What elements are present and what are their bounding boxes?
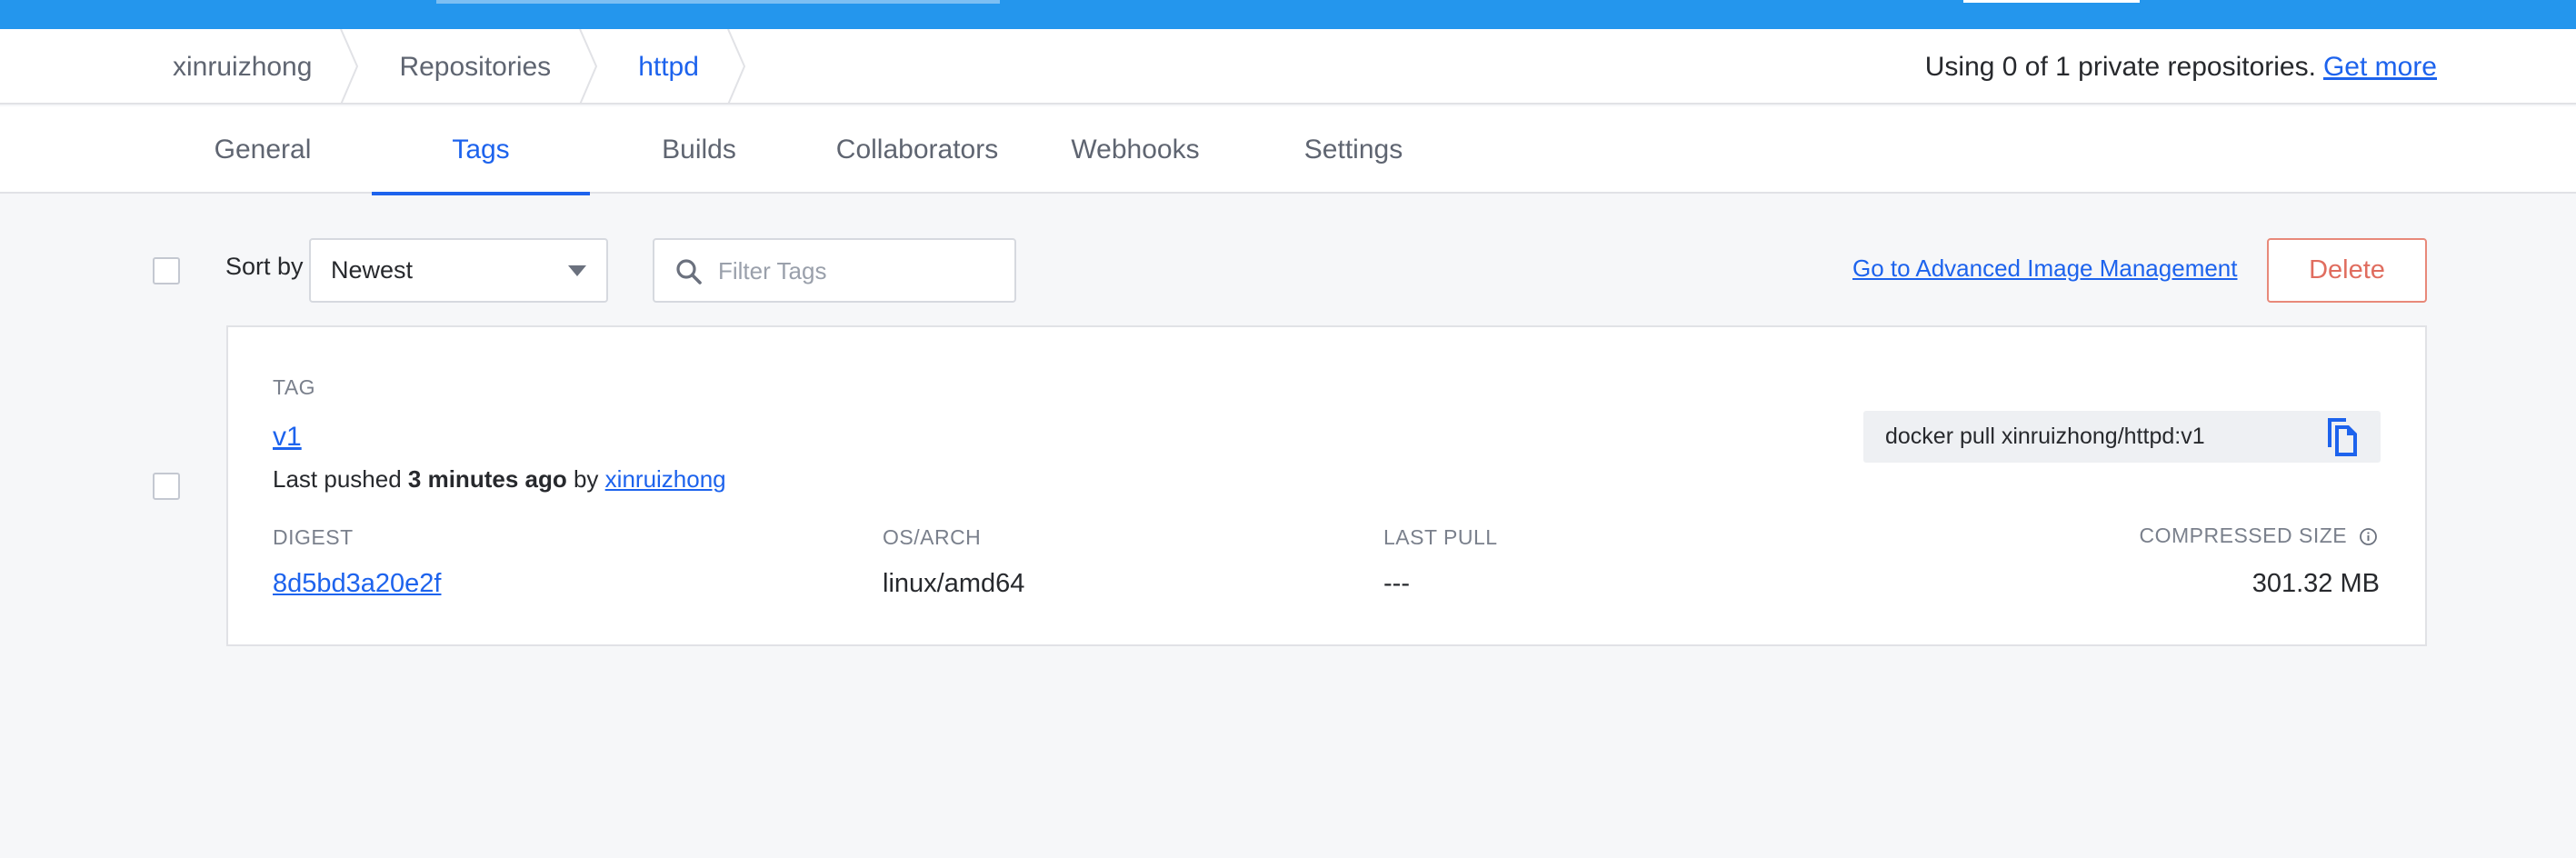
pull-command-text: docker pull xinruizhong/httpd:v1 (1885, 424, 2205, 449)
tab-general[interactable]: General (154, 106, 372, 194)
compressed-size-header: COMPRESSED SIZE (2140, 524, 2379, 548)
sort-value: Newest (331, 256, 414, 284)
pushed-prefix: Last pushed (273, 465, 402, 493)
breadcrumb-label: httpd (638, 51, 699, 82)
digest-header: DIGEST (273, 525, 354, 549)
chevron-down-icon (568, 265, 586, 276)
usage-text: Using 0 of 1 private repositories. (1924, 51, 2316, 82)
tag-row-checkbox[interactable] (153, 473, 180, 500)
pushed-time: 3 minutes ago (407, 465, 567, 493)
tab-builds[interactable]: Builds (590, 106, 808, 194)
compressed-size-label: COMPRESSED SIZE (2139, 524, 2348, 547)
top-nav-button[interactable] (1963, 0, 2140, 3)
breadcrumb-label: Repositories (399, 51, 552, 82)
last-pushed-info: Last pushed 3 minutes ago by xinruizhong (273, 465, 726, 494)
breadcrumb-label: xinruizhong (173, 51, 313, 82)
filter-tags-field[interactable] (653, 238, 1016, 303)
tag-header: TAG (273, 375, 316, 399)
pushed-by-word: by (573, 465, 599, 493)
search-icon (676, 259, 702, 284)
filter-tags-input[interactable] (718, 253, 1000, 289)
breadcrumb-bar: xinruizhong Repositories httpd Using 0 o… (0, 29, 2576, 105)
breadcrumb-separator (340, 29, 359, 105)
breadcrumb-separator (579, 29, 598, 105)
tab-tags[interactable]: Tags (372, 106, 590, 195)
delete-button[interactable]: Delete (2267, 238, 2427, 303)
tab-settings[interactable]: Settings (1244, 106, 1463, 194)
os-arch-value: linux/amd64 (883, 569, 1025, 598)
pushed-by-user-link[interactable]: xinruizhong (605, 465, 726, 493)
repo-tabs: General Tags Builds Collaborators Webhoo… (0, 106, 2576, 195)
os-arch-header: OS/ARCH (883, 525, 982, 549)
tag-name-link[interactable]: v1 (273, 422, 302, 453)
breadcrumb: xinruizhong Repositories httpd (136, 29, 750, 105)
digest-link[interactable]: 8d5bd3a20e2f (273, 569, 441, 599)
breadcrumb-item-repo[interactable]: httpd (602, 29, 750, 105)
tab-webhooks[interactable]: Webhooks (1026, 106, 1244, 194)
advanced-image-management-link[interactable]: Go to Advanced Image Management (1852, 254, 2238, 283)
copy-icon[interactable] (2319, 415, 2361, 459)
top-nav-bar (0, 0, 2576, 29)
sort-select[interactable]: Newest (309, 238, 608, 303)
tag-card: TAG v1 Last pushed 3 minutes ago by xinr… (226, 325, 2427, 646)
last-pull-header: LAST PULL (1383, 525, 1498, 549)
breadcrumb-item-repositories[interactable]: Repositories (363, 29, 602, 105)
docker-pull-command: docker pull xinruizhong/httpd:v1 (1863, 411, 2381, 463)
global-search-bar[interactable] (436, 0, 1000, 4)
info-icon[interactable] (2359, 527, 2378, 546)
get-more-link[interactable]: Get more (2323, 52, 2437, 83)
breadcrumb-separator (727, 29, 746, 105)
tab-collaborators[interactable]: Collaborators (808, 106, 1026, 194)
breadcrumb-item-namespace[interactable]: xinruizhong (136, 29, 363, 105)
compressed-size-value: 301.32 MB (2252, 569, 2380, 598)
last-pull-value: --- (1383, 569, 1410, 598)
private-repo-usage: Using 0 of 1 private repositories. Get m… (1925, 29, 2437, 105)
select-all-checkbox[interactable] (153, 257, 180, 284)
sort-label: Sort by (225, 253, 304, 280)
